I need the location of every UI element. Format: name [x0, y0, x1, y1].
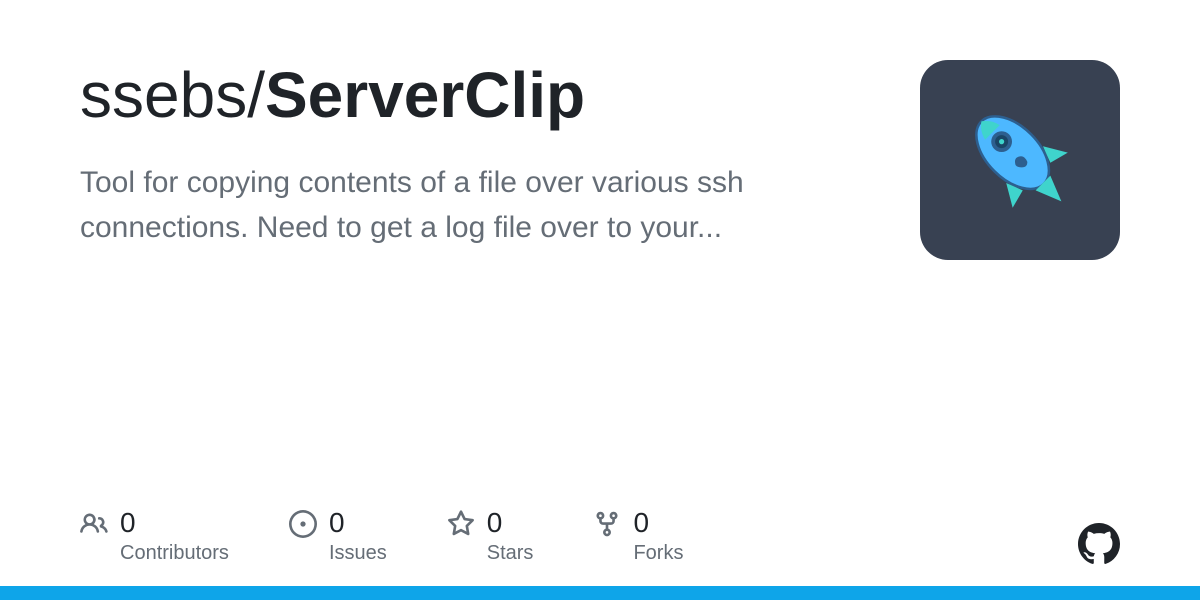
repo-avatar [920, 60, 1120, 260]
forks-label: Forks [633, 542, 683, 565]
repo-separator: / [247, 59, 265, 131]
stats-container: 0 Contributors 0 Issues 0 Stars [80, 506, 683, 565]
stat-stars: 0 Stars [447, 506, 534, 565]
github-logo-icon [1078, 523, 1120, 565]
stat-issues: 0 Issues [289, 506, 387, 565]
issues-value: 0 [329, 506, 387, 540]
repo-name: ServerClip [265, 59, 585, 131]
repo-description: Tool for copying contents of a file over… [80, 160, 860, 250]
stars-icon [447, 510, 475, 538]
stat-forks: 0 Forks [593, 506, 683, 565]
rocket-icon [928, 68, 1112, 252]
repo-owner: ssebs [80, 59, 247, 131]
forks-icon [593, 510, 621, 538]
issues-icon [289, 510, 317, 538]
issues-label: Issues [329, 542, 387, 565]
stars-label: Stars [487, 542, 534, 565]
contributors-value: 0 [120, 506, 229, 540]
forks-value: 0 [633, 506, 683, 540]
bottom-accent-bar [0, 586, 1200, 600]
repo-title: ssebs/ServerClip [80, 60, 900, 130]
contributors-icon [80, 510, 108, 538]
stat-contributors: 0 Contributors [80, 506, 229, 565]
stars-value: 0 [487, 506, 534, 540]
contributors-label: Contributors [120, 542, 229, 565]
